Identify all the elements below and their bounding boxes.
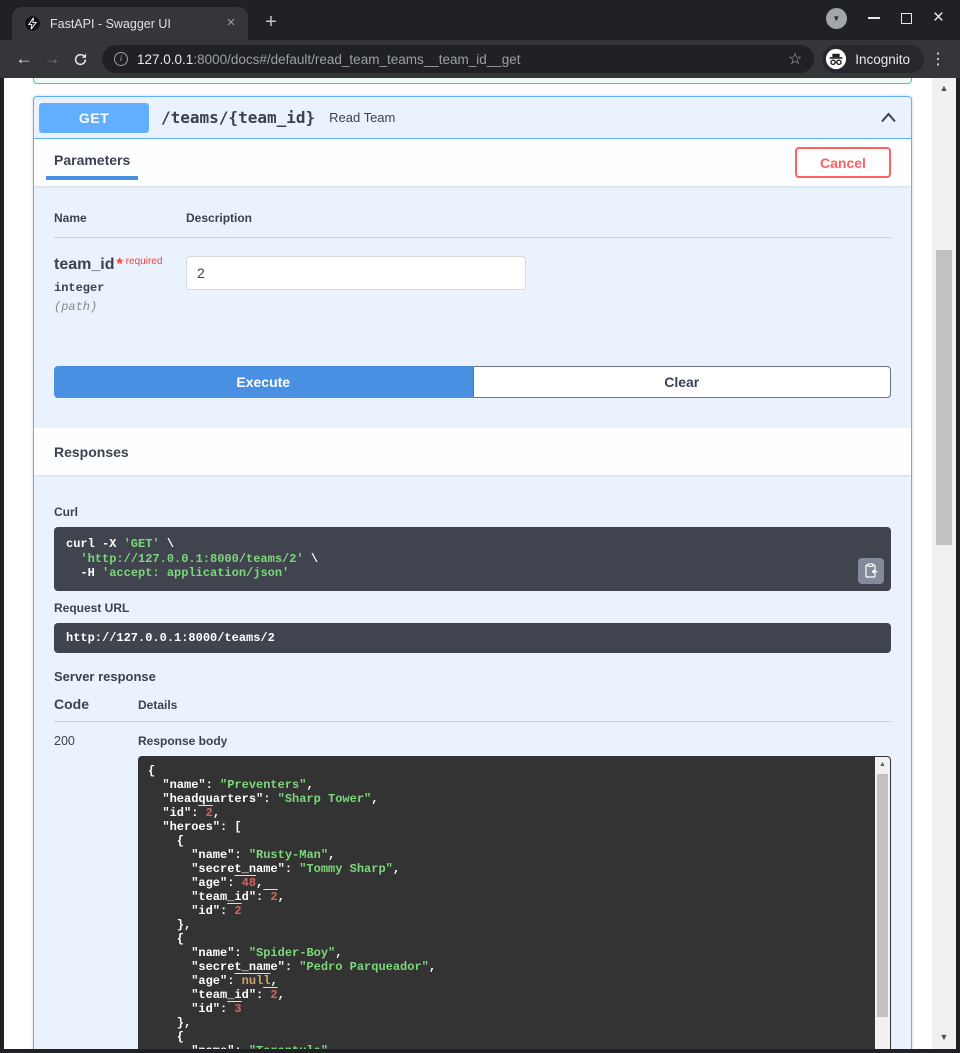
tab-title: FastAPI - Swagger UI	[50, 17, 222, 31]
opblock-get-read-team: GET /teams/{team_id} Read Team Parameter…	[33, 96, 912, 1049]
page-scroll-up-icon[interactable]: ▲	[932, 83, 956, 93]
http-method-badge: GET	[39, 103, 149, 133]
back-icon[interactable]: ←	[10, 45, 38, 73]
parameter-location: (path)	[54, 300, 186, 314]
tab-search-icon[interactable]: ▼	[826, 8, 847, 29]
server-response-label: Server response	[54, 669, 891, 684]
forward-icon[interactable]: →	[38, 45, 66, 73]
copy-to-clipboard-button[interactable]	[858, 558, 884, 584]
endpoint-path: /teams/{team_id}	[161, 108, 315, 127]
execute-button[interactable]: Execute	[54, 366, 473, 398]
tab-close-icon[interactable]: ×	[222, 15, 240, 33]
collapse-chevron-icon[interactable]	[880, 112, 897, 123]
response-body-block: { "name": "Preventers", "headquarters": …	[138, 756, 891, 1049]
page-scrollbar-thumb[interactable]	[936, 250, 952, 545]
incognito-badge: Incognito	[822, 45, 924, 73]
browser-tab[interactable]: FastAPI - Swagger UI ×	[12, 7, 248, 40]
maximize-icon[interactable]	[901, 13, 912, 24]
parameters-table: Name Description team_id*required intege…	[34, 186, 911, 356]
clear-button[interactable]: Clear	[473, 366, 892, 398]
browser-menu-icon[interactable]: ⋮	[926, 49, 950, 69]
bookmark-star-icon[interactable]: ☆	[788, 49, 802, 69]
request-url-value: http://127.0.0.1:8000/teams/2	[54, 623, 891, 654]
name-column-header: Name	[54, 211, 186, 225]
window-controls: ▼ ×	[826, 8, 960, 33]
parameter-row: team_id*required integer (path)	[54, 238, 891, 356]
parameter-value-cell	[186, 256, 526, 314]
window-close-icon[interactable]: ×	[933, 11, 944, 25]
responses-title: Responses	[54, 444, 129, 460]
team-id-input[interactable]	[186, 256, 526, 290]
parameter-name-cell: team_id*required integer (path)	[54, 256, 186, 314]
response-body-label: Response body	[138, 734, 891, 748]
incognito-label: Incognito	[855, 52, 910, 67]
execute-row: Execute Clear	[34, 356, 911, 418]
url-bar[interactable]: i 127.0.0.1:8000/docs#/default/read_team…	[102, 45, 814, 73]
opblock-summary[interactable]: GET /teams/{team_id} Read Team	[34, 97, 911, 139]
responses-body: Curl curl -X 'GET' \ 'http://127.0.0.1:8…	[34, 475, 911, 1049]
scrollbar-thumb[interactable]	[877, 774, 888, 1017]
request-url-label: Request URL	[54, 601, 891, 615]
parameter-name: team_id*required	[54, 256, 186, 274]
required-star: *	[116, 256, 122, 273]
browser-toolbar: ← → i 127.0.0.1:8000/docs#/default/read_…	[0, 40, 960, 78]
responses-header: Responses	[34, 428, 911, 475]
cancel-button[interactable]: Cancel	[795, 147, 891, 178]
response-row: 200 Response body { "name": "Preventers"…	[54, 722, 891, 1049]
code-column-header: Code	[54, 696, 138, 712]
page-scroll-down-icon[interactable]: ▼	[932, 1032, 956, 1042]
curl-command[interactable]: curl -X 'GET' \ 'http://127.0.0.1:8000/t…	[54, 527, 891, 591]
url-host: 127.0.0.1	[137, 52, 193, 67]
response-table-header: Code Details	[54, 696, 891, 722]
clipboard-icon	[864, 563, 878, 578]
parameter-type: integer	[54, 281, 186, 295]
scrollbar-up-icon[interactable]: ▲	[875, 757, 890, 771]
page-scrollbar[interactable]: ▲ ▼	[932, 78, 956, 1049]
curl-label: Curl	[54, 505, 891, 519]
parameters-tab-label: Parameters	[54, 152, 130, 168]
endpoint-summary: Read Team	[329, 110, 395, 125]
description-column-header: Description	[186, 211, 252, 225]
parameters-header: Parameters Cancel	[34, 139, 911, 186]
response-body-scrollbar[interactable]: ▲	[875, 757, 890, 1049]
site-info-icon[interactable]: i	[114, 52, 128, 66]
url-text[interactable]: 127.0.0.1:8000/docs#/default/read_team_t…	[137, 52, 788, 67]
response-body-json[interactable]: { "name": "Preventers", "headquarters": …	[138, 756, 891, 1049]
curl-block: curl -X 'GET' \ 'http://127.0.0.1:8000/t…	[54, 527, 891, 591]
url-path: :8000/docs#/default/read_team_teams__tea…	[193, 52, 520, 67]
incognito-icon	[825, 48, 847, 70]
details-column-header: Details	[138, 698, 177, 712]
response-details-cell: Response body { "name": "Preventers", "h…	[138, 734, 891, 1049]
tab-strip: FastAPI - Swagger UI × + ▼ ×	[0, 0, 960, 40]
reload-icon[interactable]	[66, 45, 94, 73]
status-code: 200	[54, 734, 138, 1049]
minimize-icon[interactable]	[868, 17, 880, 19]
required-label: required	[126, 256, 163, 267]
browser-window: FastAPI - Swagger UI × + ▼ × ← → i 127.0…	[0, 0, 960, 1053]
new-tab-icon[interactable]: +	[258, 11, 284, 34]
parameters-table-header: Name Description	[54, 211, 891, 238]
previous-opblock-edge	[33, 78, 912, 84]
tab-parameters[interactable]: Parameters	[46, 146, 138, 180]
swagger-page: GET /teams/{team_id} Read Team Parameter…	[4, 78, 932, 1049]
fastapi-favicon-icon	[24, 15, 41, 32]
